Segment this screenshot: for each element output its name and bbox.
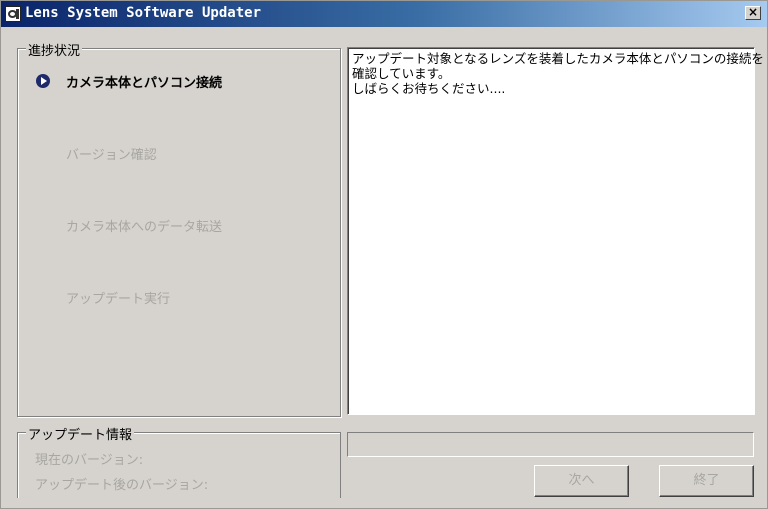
update-progress-bar <box>347 432 754 457</box>
title-bar[interactable]: Lens System Software Updater × <box>1 1 767 27</box>
finish-button[interactable]: 終了 <box>659 465 754 497</box>
window-title: Lens System Software Updater <box>25 5 262 21</box>
app-icon[interactable] <box>5 6 21 22</box>
update-info-group: アップデート情報 現在のバージョン: アップデート後のバージョン: <box>17 424 341 498</box>
step-update-execution: アップデート実行 <box>66 292 171 307</box>
message-textarea[interactable]: アップデート対象となるレンズを装着したカメラ本体とパソコンの接続を 確認していま… <box>347 47 764 415</box>
step-camera-connection: カメラ本体とパソコン接続 <box>66 76 223 91</box>
current-version-label: 現在のバージョン: <box>35 453 144 468</box>
close-button[interactable]: × <box>745 6 761 20</box>
updated-version-label: アップデート後のバージョン: <box>35 478 209 493</box>
progress-status-legend: 進捗状況 <box>26 40 83 59</box>
updater-window: Lens System Software Updater × 進捗状況 カメラ本… <box>0 0 768 509</box>
step-version-check: バージョン確認 <box>66 148 157 163</box>
update-info-legend: アップデート情報 <box>26 424 135 443</box>
next-button[interactable]: 次へ <box>534 465 629 497</box>
message-line: 確認しています。 <box>352 66 451 81</box>
message-line: しばらくお待ちください.... <box>352 81 506 96</box>
play-circle-icon <box>36 74 50 88</box>
progress-status-group: 進捗状況 カメラ本体とパソコン接続 バージョン確認 カメラ本体へのデータ転送 ア… <box>17 40 341 417</box>
message-line: アップデート対象となるレンズを装着したカメラ本体とパソコンの接続を <box>352 51 764 66</box>
step-data-transfer: カメラ本体へのデータ転送 <box>66 220 223 235</box>
message-text: アップデート対象となるレンズを装着したカメラ本体とパソコンの接続を 確認していま… <box>352 51 764 96</box>
